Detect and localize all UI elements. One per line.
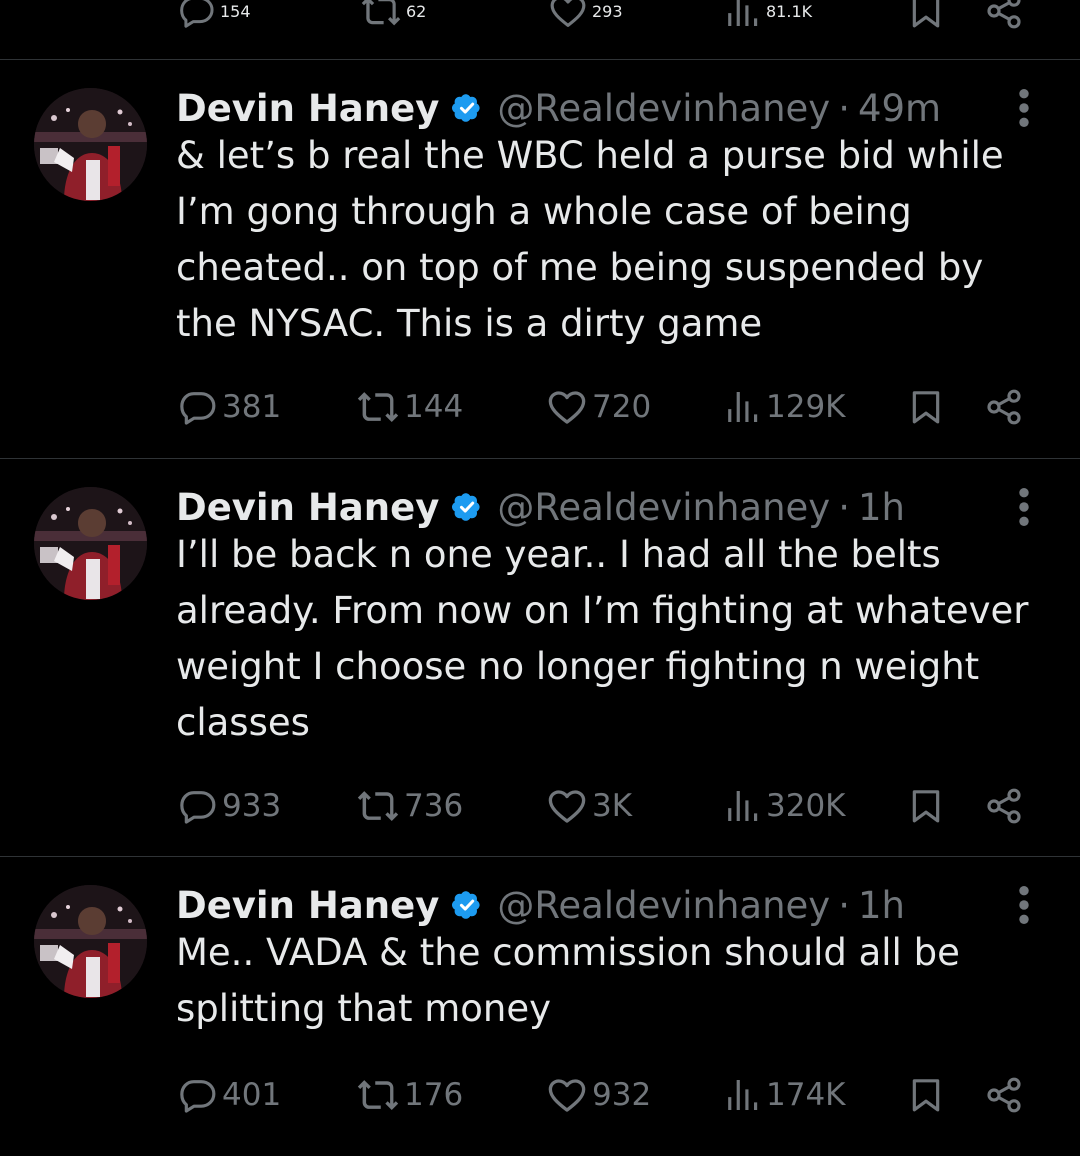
reply-button[interactable]: 933 [178, 781, 281, 831]
bookmark-button[interactable] [906, 0, 946, 36]
like-count: 720 [592, 389, 652, 425]
timestamp[interactable]: 49m [858, 87, 941, 130]
reply-icon [178, 1075, 218, 1115]
repost-button[interactable]: 736 [356, 781, 463, 831]
heart-icon [546, 785, 588, 827]
tweet-text: Me.. VADA & the commission should all be… [176, 931, 960, 1030]
divider [0, 59, 1080, 60]
like-count: 932 [592, 1077, 652, 1113]
divider [0, 856, 1080, 857]
display-name[interactable]: Devin Haney [176, 87, 439, 130]
views-chart-icon [722, 1075, 762, 1115]
views-button[interactable]: 81.1K [722, 0, 812, 36]
repost-count: 62 [406, 1, 427, 21]
bookmark-button[interactable] [906, 1070, 946, 1120]
heart-icon [546, 1074, 588, 1116]
repost-button[interactable]: 62 [360, 0, 426, 36]
more-options-icon[interactable] [1010, 885, 1038, 925]
repost-count: 144 [404, 389, 464, 425]
avatar[interactable] [34, 487, 147, 600]
views-count: 129K [766, 389, 846, 425]
share-button[interactable] [984, 0, 1024, 36]
avatar-photo [34, 88, 147, 201]
repost-count: 176 [404, 1077, 464, 1113]
bookmark-button[interactable] [906, 382, 946, 432]
avatar[interactable] [34, 885, 147, 998]
repost-icon [356, 1073, 400, 1117]
share-icon [984, 387, 1024, 427]
like-count: 293 [592, 1, 623, 21]
reply-button[interactable]: 401 [178, 1070, 281, 1120]
share-icon [984, 0, 1024, 31]
timestamp[interactable]: 1h [858, 486, 905, 529]
like-count: 3K [592, 788, 633, 824]
display-name[interactable]: Devin Haney [176, 486, 439, 529]
verified-badge-icon [449, 489, 485, 525]
tweet-actions: 401 176 932 174K [0, 1070, 1080, 1120]
tweet-text: & let’s b real the WBC held a purse bid … [176, 134, 1004, 345]
share-button[interactable] [984, 781, 1024, 831]
views-count: 320K [766, 788, 846, 824]
reply-count: 933 [222, 788, 282, 824]
views-button[interactable]: 320K [722, 781, 846, 831]
separator-dot: · [838, 86, 850, 130]
reply-count: 401 [222, 1077, 282, 1113]
views-chart-icon [722, 387, 762, 427]
heart-icon [548, 0, 588, 31]
repost-icon [356, 385, 400, 429]
reply-count: 381 [222, 389, 282, 425]
like-button[interactable]: 720 [546, 382, 651, 432]
bookmark-icon [906, 786, 946, 826]
tweet-actions: 381 144 720 129K [0, 382, 1080, 432]
views-chart-icon [722, 786, 762, 826]
separator-dot: · [838, 485, 850, 529]
username-handle[interactable]: @Realdevinhaney [497, 884, 830, 927]
display-name[interactable]: Devin Haney [176, 884, 439, 927]
views-count: 174K [766, 1077, 846, 1113]
bookmark-icon [906, 1075, 946, 1115]
more-options-icon[interactable] [1010, 88, 1038, 128]
like-button[interactable]: 293 [548, 0, 623, 36]
avatar-photo [34, 885, 147, 998]
timestamp[interactable]: 1h [858, 884, 905, 927]
tweet-text: I’ll be back n one year.. I had all the … [176, 533, 1029, 744]
reply-count: 154 [220, 1, 251, 21]
reply-button[interactable]: 154 [178, 0, 251, 36]
username-handle[interactable]: @Realdevinhaney [497, 486, 830, 529]
like-button[interactable]: 3K [546, 781, 632, 831]
reply-icon [178, 0, 216, 30]
reply-icon [178, 786, 218, 826]
repost-count: 736 [404, 788, 464, 824]
repost-icon [360, 0, 402, 32]
bookmark-button[interactable] [906, 781, 946, 831]
divider [0, 458, 1080, 459]
repost-icon [356, 784, 400, 828]
repost-button[interactable]: 144 [356, 382, 463, 432]
reply-button[interactable]: 381 [178, 382, 281, 432]
reply-icon [178, 387, 218, 427]
more-options-icon[interactable] [1010, 487, 1038, 527]
heart-icon [546, 386, 588, 428]
avatar-photo [34, 487, 147, 600]
repost-button[interactable]: 176 [356, 1070, 463, 1120]
views-chart-icon [722, 0, 762, 31]
share-icon [984, 1075, 1024, 1115]
bookmark-icon [906, 0, 946, 31]
share-button[interactable] [984, 382, 1024, 432]
share-icon [984, 786, 1024, 826]
views-count: 81.1K [766, 1, 813, 21]
like-button[interactable]: 932 [546, 1070, 651, 1120]
username-handle[interactable]: @Realdevinhaney [497, 87, 830, 130]
avatar[interactable] [34, 88, 147, 201]
verified-badge-icon [449, 887, 485, 923]
views-button[interactable]: 174K [722, 1070, 846, 1120]
share-button[interactable] [984, 1070, 1024, 1120]
tweet-actions: 933 736 3K 320K [0, 781, 1080, 831]
previous-tweet-actions: 154 62 293 81.1K [0, 0, 1080, 36]
bookmark-icon [906, 387, 946, 427]
verified-badge-icon [449, 90, 485, 126]
separator-dot: · [838, 883, 850, 927]
views-button[interactable]: 129K [722, 382, 846, 432]
